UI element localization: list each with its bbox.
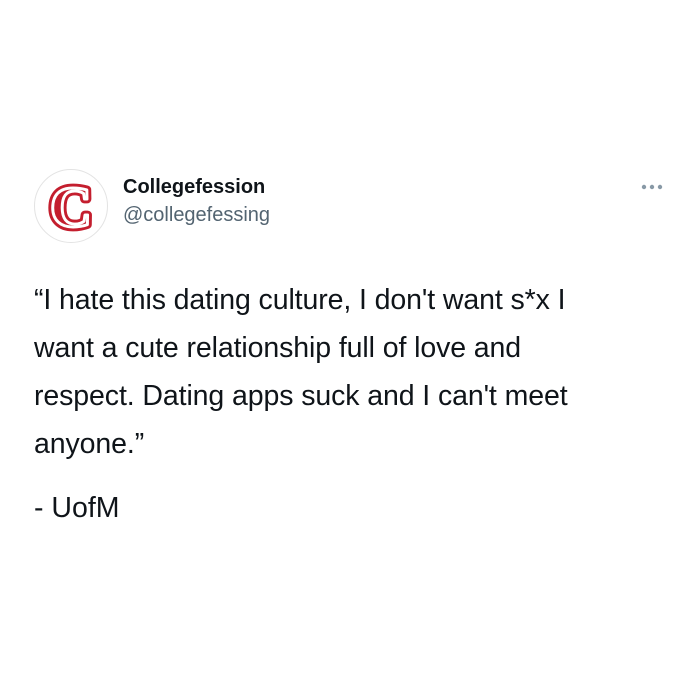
author-display-name[interactable]: Collegefession xyxy=(123,174,265,200)
author-handle[interactable]: @collegefessing xyxy=(123,202,270,228)
more-horizontal-icon[interactable] xyxy=(639,176,665,198)
tweet-text: “I hate this dating culture, I don't wan… xyxy=(34,284,568,460)
tweet-attribution: - UofM xyxy=(34,492,120,524)
collegefession-logo-icon: C C xyxy=(35,170,107,242)
avatar-letter: C xyxy=(50,174,92,239)
avatar[interactable]: C C xyxy=(34,169,108,243)
tweet-card: C C Collegefession @collegefessing “I ha… xyxy=(0,0,700,700)
